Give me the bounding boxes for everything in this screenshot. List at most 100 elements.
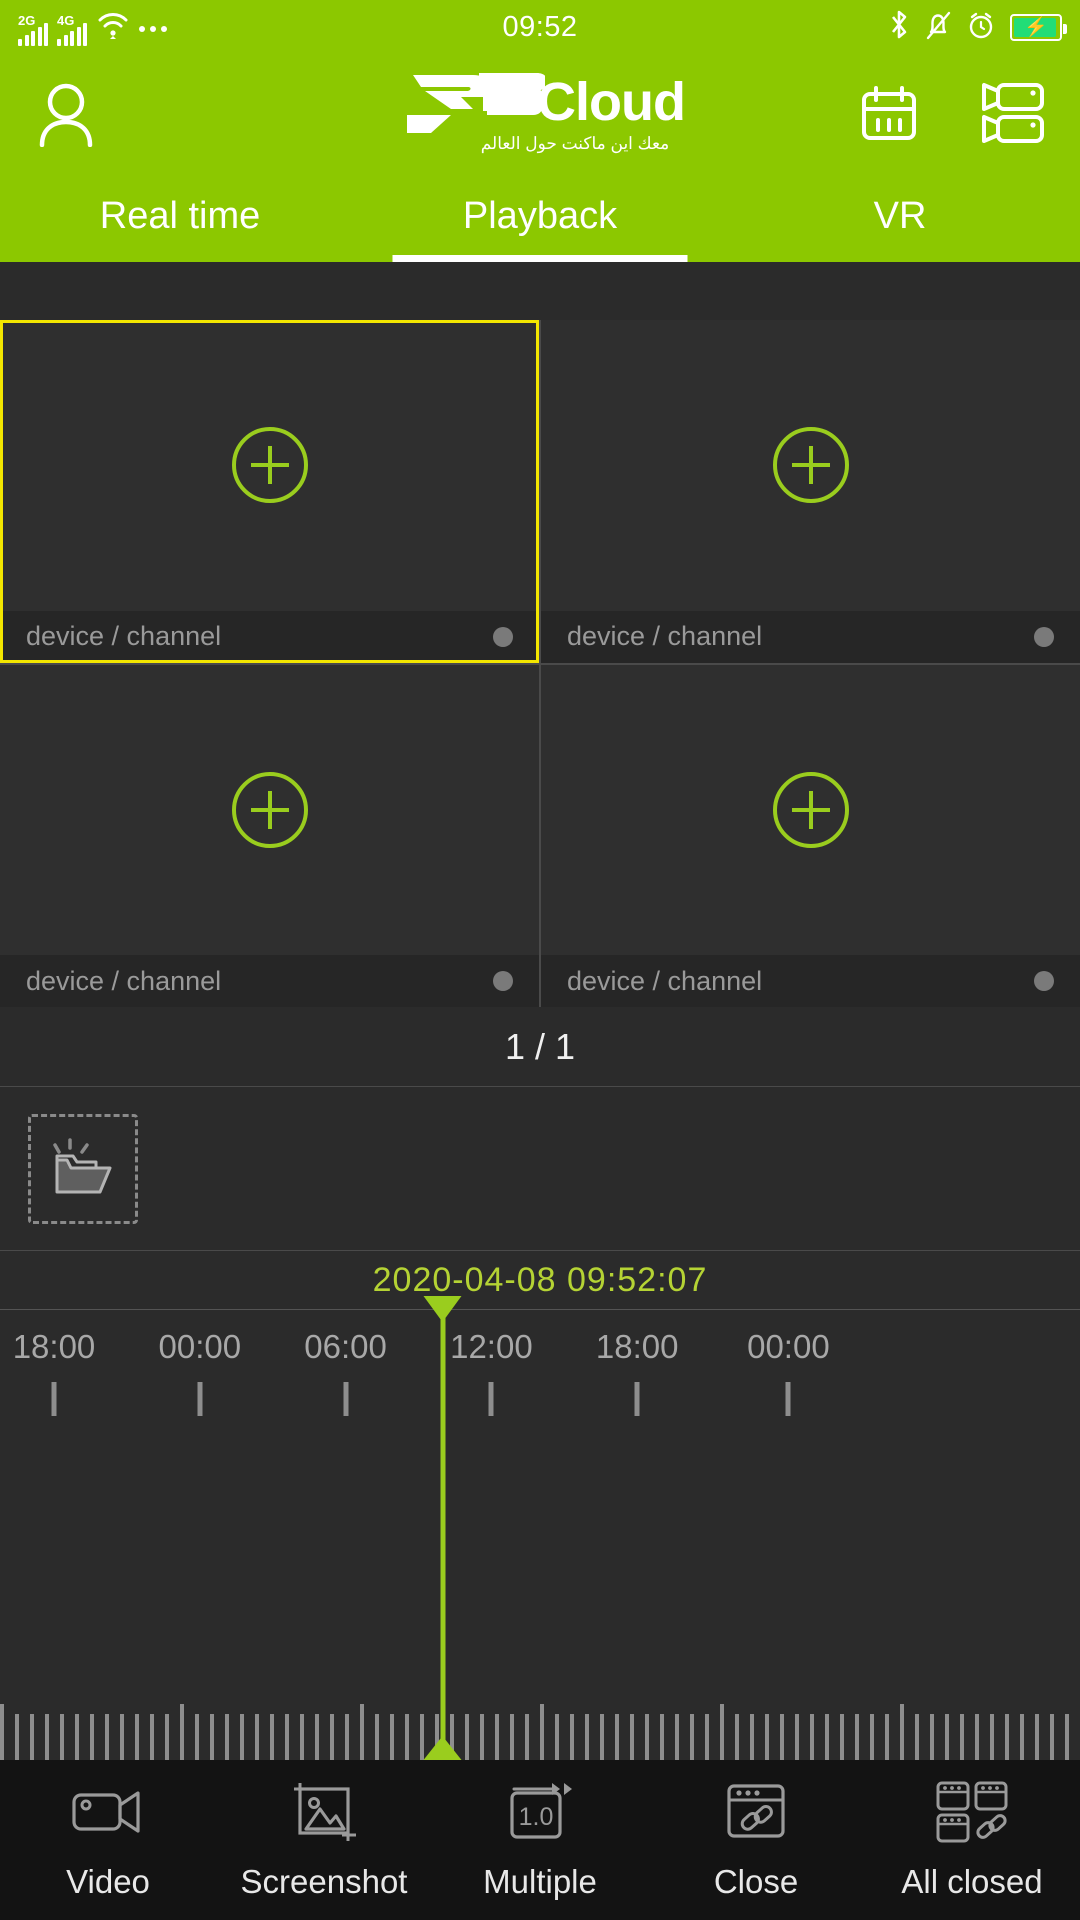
timeline-minor-ticks: [0, 1704, 1080, 1760]
video-cell-1-bar: device / channel: [0, 610, 539, 663]
camcorder-icon: [70, 1779, 146, 1845]
timeline-tick-label: 12:00: [450, 1328, 533, 1365]
timeline-playhead[interactable]: [423, 1296, 462, 1760]
timeline-ruler[interactable]: 18:00 00:00 06:00 12:00 18:00 00:00: [0, 1296, 1080, 1760]
video-cell-3-body[interactable]: [0, 665, 539, 956]
timeline-minor-tick: [690, 1714, 705, 1760]
toolbar-screenshot-button[interactable]: Screenshot: [216, 1779, 432, 1901]
playback-speed-value: 1.0: [519, 1803, 554, 1831]
timeline-tick-label: 18:00: [595, 1328, 679, 1365]
file-strip: [0, 1087, 1080, 1251]
timeline-major-tick: [634, 1382, 640, 1416]
timeline-minor-tick: [495, 1714, 510, 1760]
timeline-major-tick: [51, 1382, 57, 1416]
timeline-minor-tick: [975, 1714, 990, 1760]
timeline-minor-tick: [870, 1714, 885, 1760]
timeline-minor-tick: [525, 1714, 540, 1760]
video-cell-3[interactable]: device / channel: [0, 664, 539, 1007]
toolbar-all-closed-button[interactable]: All closed: [864, 1779, 1080, 1901]
timeline-minor-tick: [900, 1704, 915, 1760]
timeline-minor-tick: [540, 1704, 555, 1760]
video-grid-area: device / channel device / channel device…: [0, 262, 1080, 1007]
tab-real-time[interactable]: Real time: [0, 170, 360, 262]
video-cell-2-bar: device / channel: [541, 610, 1080, 663]
plus-circle-icon[interactable]: [231, 771, 308, 848]
timeline-major-tick: [785, 1382, 791, 1416]
timeline-minor-tick: [855, 1714, 870, 1760]
status-bar: 2G 4G 09:52 ⚡: [0, 0, 1080, 55]
timeline[interactable]: 2020-04-08 09:52:07 18:00 00:00 06:00 12:00…: [0, 1251, 1080, 1760]
timeline-minor-tick: [945, 1714, 960, 1760]
timeline-minor-tick: [90, 1714, 105, 1760]
video-cell-2[interactable]: device / channel: [541, 320, 1080, 663]
timeline-minor-tick: [915, 1714, 930, 1760]
video-cell-4-body[interactable]: [541, 665, 1080, 956]
timeline-minor-tick: [195, 1714, 210, 1760]
timeline-minor-tick: [675, 1714, 690, 1760]
multi-window-link-icon: [934, 1779, 1010, 1845]
video-cell-2-body[interactable]: [541, 320, 1080, 611]
toolbar-screenshot-label: Screenshot: [240, 1863, 408, 1900]
tab-vr-label: VR: [873, 194, 927, 237]
timeline-minor-tick: [75, 1714, 90, 1760]
timeline-minor-tick: [1020, 1714, 1035, 1760]
timeline-minor-tick: [105, 1714, 120, 1760]
timeline-minor-tick: [270, 1714, 285, 1760]
open-folder-icon[interactable]: [28, 1113, 138, 1224]
person-icon[interactable]: [34, 79, 98, 147]
calendar-icon[interactable]: [858, 82, 920, 144]
plus-circle-icon[interactable]: [772, 427, 849, 504]
video-grid: device / channel device / channel device…: [0, 320, 1080, 1007]
playback-speed-icon: 1.0: [502, 1779, 578, 1845]
timeline-timestamp-label: 2020-04-08 09:52:07: [372, 1260, 708, 1299]
video-cell-4[interactable]: device / channel: [541, 664, 1080, 1007]
video-cell-4-bar: device / channel: [541, 955, 1080, 1007]
toolbar-video-button[interactable]: Video: [0, 1779, 216, 1901]
timeline-minor-tick: [45, 1714, 60, 1760]
timeline-minor-tick: [1035, 1714, 1050, 1760]
timeline-minor-tick: [15, 1714, 30, 1760]
timeline-minor-tick: [225, 1714, 240, 1760]
timeline-minor-tick: [705, 1714, 720, 1760]
video-cell-1-body[interactable]: [0, 320, 539, 611]
app-header: Cloud معك اين ماكنت حول العالم: [0, 55, 1080, 170]
timeline-minor-tick: [930, 1714, 945, 1760]
plus-circle-icon[interactable]: [231, 427, 308, 504]
timeline-tick-label: 06:00: [304, 1328, 387, 1365]
playhead-bottom-marker: [423, 1736, 462, 1760]
timeline-minor-tick: [315, 1714, 330, 1760]
timeline-minor-tick: [720, 1704, 735, 1760]
timeline-minor-tick: [780, 1714, 795, 1760]
toolbar-close-button[interactable]: Close: [648, 1779, 864, 1901]
video-cell-1-label: device / channel: [26, 621, 222, 651]
video-cell-3-label: device / channel: [26, 965, 222, 996]
timeline-minor-tick: [345, 1714, 360, 1760]
playhead-top-marker: [423, 1296, 462, 1322]
video-cell-1[interactable]: device / channel: [0, 320, 539, 663]
timeline-minor-tick: [1065, 1714, 1080, 1760]
timeline-minor-tick: [555, 1714, 570, 1760]
timeline-minor-tick: [615, 1714, 630, 1760]
timeline-minor-tick: [300, 1714, 315, 1760]
plus-circle-icon[interactable]: [772, 771, 849, 848]
timeline-minor-tick: [810, 1714, 825, 1760]
tab-playback[interactable]: Playback: [360, 170, 720, 262]
tab-vr[interactable]: VR: [720, 170, 1080, 262]
timeline-minor-tick: [360, 1704, 375, 1760]
timeline-minor-tick: [1005, 1714, 1020, 1760]
toolbar-multiple-button[interactable]: 1.0 Multiple: [432, 1779, 648, 1901]
logo-mark-r3: [395, 71, 546, 133]
main-tabs: Real time Playback VR: [0, 170, 1080, 262]
dual-camera-icon[interactable]: [978, 81, 1046, 145]
grid-top-spacer: [0, 262, 1080, 320]
offline-dot: [1034, 971, 1054, 991]
timeline-major-ticks: [0, 1382, 1080, 1416]
video-cell-2-label: device / channel: [567, 621, 763, 651]
tab-real-time-label: Real time: [99, 194, 261, 237]
timeline-minor-tick: [990, 1714, 1005, 1760]
timeline-minor-tick: [30, 1714, 45, 1760]
timeline-minor-tick: [480, 1714, 495, 1760]
timeline-tick-labels: 18:00 00:00 06:00 12:00 18:00 00:00: [0, 1328, 1080, 1374]
offline-dot: [493, 626, 513, 647]
timeline-minor-tick: [210, 1714, 225, 1760]
